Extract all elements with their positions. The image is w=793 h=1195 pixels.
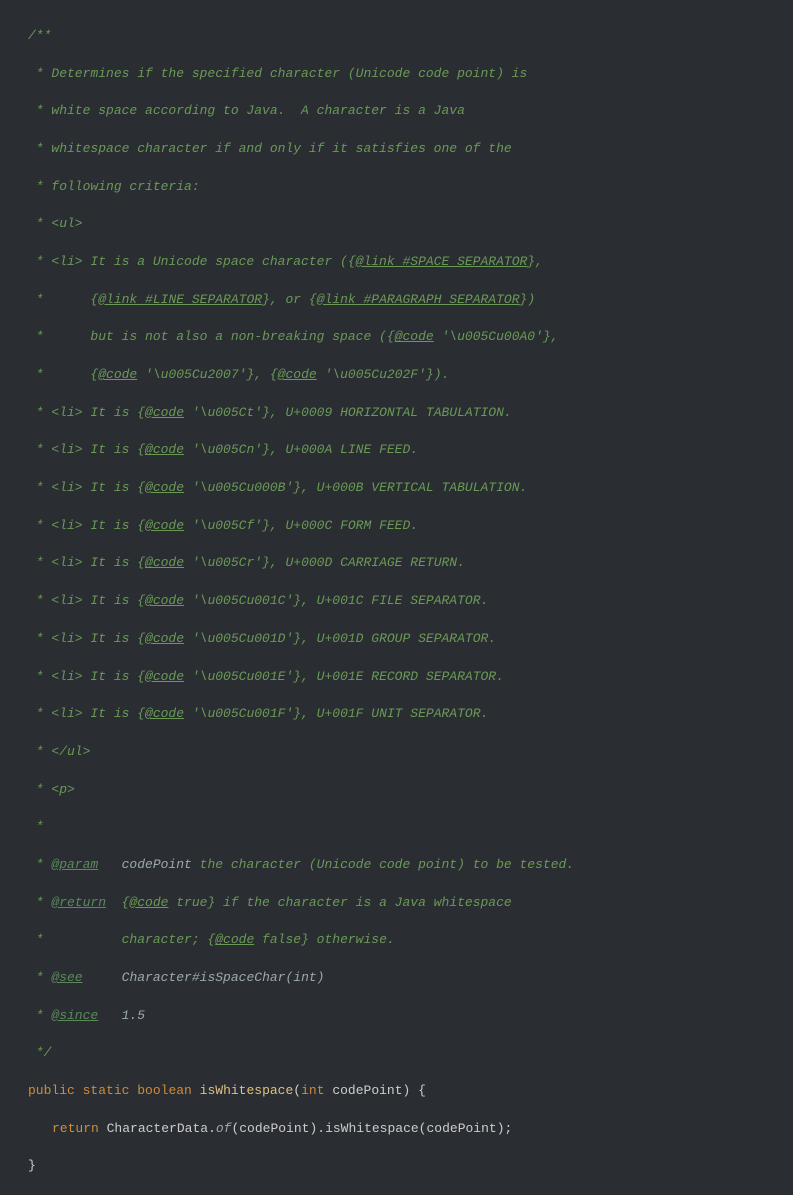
javadoc-return-cont: * character; {@code false} otherwise. xyxy=(0,931,793,950)
javadoc-line: * </ul> xyxy=(0,743,793,762)
javadoc-line: * whitespace character if and only if it… xyxy=(0,140,793,159)
javadoc-return: * @return {@code true} if the character … xyxy=(0,894,793,913)
javadoc-line: * xyxy=(0,818,793,837)
method-signature: public static boolean isWhitespace(int c… xyxy=(0,1082,793,1101)
javadoc-param: * @param codePoint the character (Unicod… xyxy=(0,856,793,875)
javadoc-line: * <ul> xyxy=(0,215,793,234)
javadoc-open: /** xyxy=(0,27,793,46)
javadoc-line: * <li> It is {@code '\u005Cr'}, U+000D C… xyxy=(0,554,793,573)
javadoc-line: * {@code '\u005Cu2007'}, {@code '\u005Cu… xyxy=(0,366,793,385)
javadoc-since: * @since 1.5 xyxy=(0,1007,793,1026)
javadoc-line: * <li> It is {@code '\u005Ct'}, U+0009 H… xyxy=(0,404,793,423)
javadoc-line: * <li> It is {@code '\u005Cu000B'}, U+00… xyxy=(0,479,793,498)
javadoc-line: * <li> It is a Unicode space character (… xyxy=(0,253,793,272)
javadoc-line: * white space according to Java. A chara… xyxy=(0,102,793,121)
javadoc-line: * {@link #LINE_SEPARATOR}, or {@link #PA… xyxy=(0,291,793,310)
javadoc-line: * <p> xyxy=(0,781,793,800)
code-editor-content: /** * Determines if the specified charac… xyxy=(0,8,793,1195)
method-close: } xyxy=(0,1157,793,1176)
javadoc-line: * <li> It is {@code '\u005Cu001F'}, U+00… xyxy=(0,705,793,724)
javadoc-line: * <li> It is {@code '\u005Cu001D'}, U+00… xyxy=(0,630,793,649)
javadoc-line: * <li> It is {@code '\u005Cn'}, U+000A L… xyxy=(0,441,793,460)
javadoc-line: * but is not also a non-breaking space (… xyxy=(0,328,793,347)
method-body: return CharacterData.of(codePoint).isWhi… xyxy=(0,1120,793,1139)
javadoc-see: * @see Character#isSpaceChar(int) xyxy=(0,969,793,988)
javadoc-line: * <li> It is {@code '\u005Cu001E'}, U+00… xyxy=(0,668,793,687)
javadoc-close: */ xyxy=(0,1044,793,1063)
javadoc-line: * following criteria: xyxy=(0,178,793,197)
javadoc-line: * Determines if the specified character … xyxy=(0,65,793,84)
javadoc-line: * <li> It is {@code '\u005Cf'}, U+000C F… xyxy=(0,517,793,536)
javadoc-line: * <li> It is {@code '\u005Cu001C'}, U+00… xyxy=(0,592,793,611)
